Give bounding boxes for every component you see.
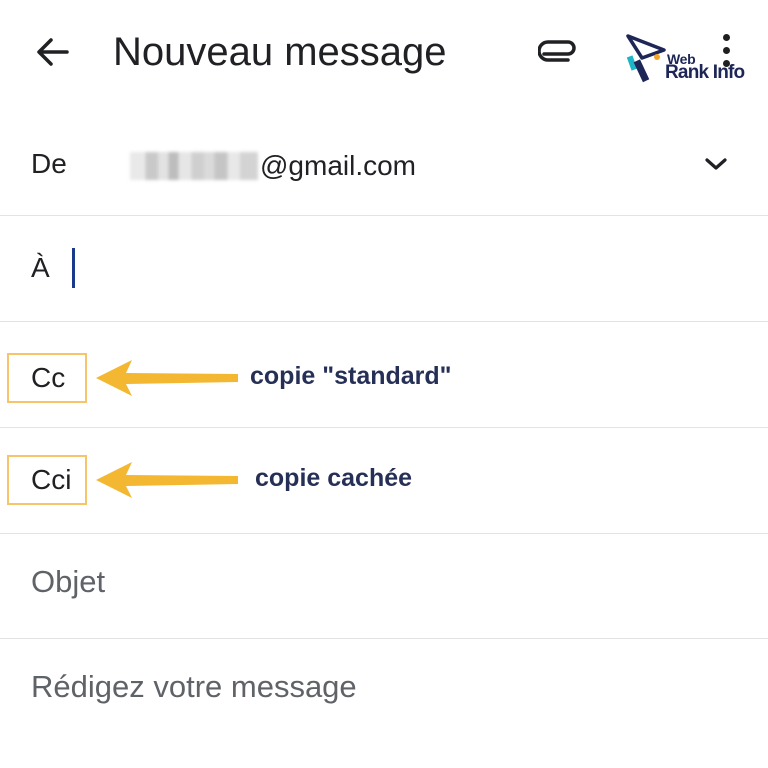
chevron-down-icon [705, 158, 727, 170]
from-dropdown-button[interactable] [694, 146, 738, 182]
cci-label: Cci [31, 464, 72, 495]
cc-annotation-text: copie "standard" [250, 362, 452, 390]
divider [0, 533, 768, 534]
cci-annotation-text: copie cachée [255, 464, 413, 492]
back-button[interactable] [26, 28, 78, 76]
blurred-email-username [130, 152, 258, 180]
cci-arrow-annotation [96, 462, 238, 498]
divider [0, 638, 768, 639]
divider [0, 427, 768, 428]
divider [0, 215, 768, 216]
more-options-button[interactable] [712, 32, 742, 70]
cc-field[interactable]: Cc [7, 353, 87, 403]
cci-field[interactable]: Cci [7, 455, 87, 505]
divider [0, 321, 768, 322]
paperclip-icon [538, 40, 576, 62]
message-body-input[interactable]: Rédigez votre message [31, 669, 357, 705]
attach-button[interactable] [532, 30, 584, 74]
page-title: Nouveau message [113, 30, 447, 74]
from-label: De [31, 148, 67, 179]
cc-label: Cc [31, 362, 66, 393]
to-label: À [31, 252, 50, 283]
to-input[interactable] [64, 244, 664, 292]
from-account: @gmail.com [130, 148, 416, 184]
arrow-back-icon [37, 38, 69, 66]
subject-input[interactable]: Objet [31, 564, 105, 600]
cc-arrow-annotation [96, 360, 238, 396]
text-cursor [72, 248, 75, 288]
from-email-domain: @gmail.com [260, 150, 417, 181]
